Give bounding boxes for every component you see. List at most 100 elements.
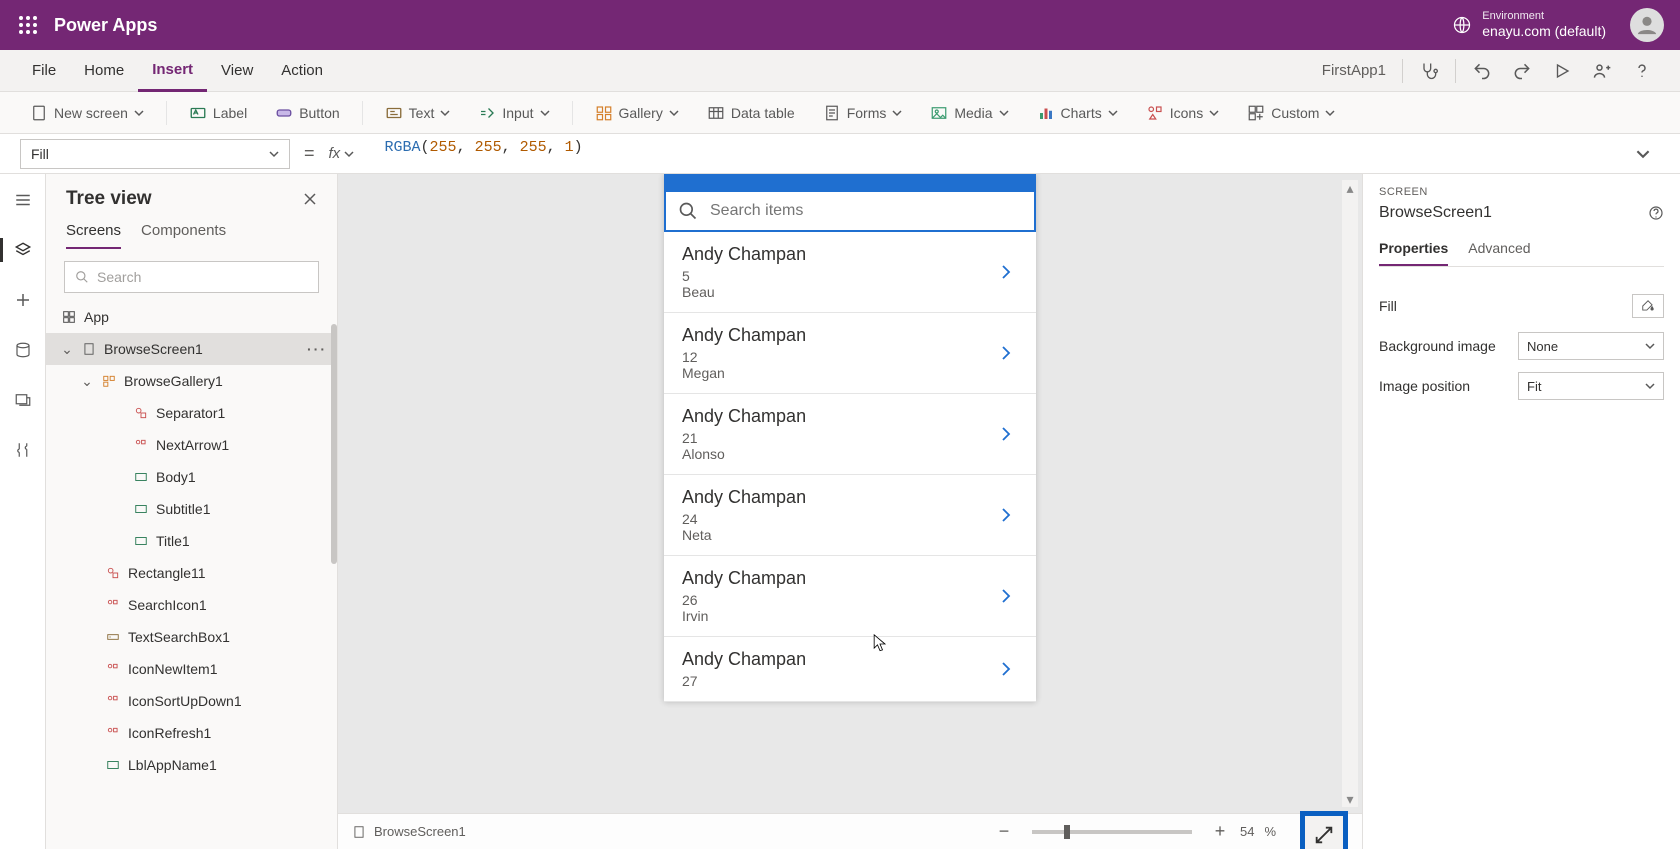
environment-icon — [1452, 15, 1472, 35]
tree-node-browse-screen[interactable]: ⌄ BrowseScreen1 ··· — [46, 333, 337, 365]
tree-search-input[interactable]: Search — [64, 261, 319, 293]
rail-advanced-tools[interactable] — [7, 434, 39, 466]
help-icon[interactable] — [1648, 205, 1664, 221]
next-arrow-button[interactable] — [992, 420, 1020, 448]
scroll-down-button[interactable]: ▾ — [1342, 791, 1358, 807]
next-arrow-button[interactable] — [992, 582, 1020, 610]
rail-hamburger[interactable] — [7, 184, 39, 216]
share-icon — [1592, 61, 1612, 81]
next-arrow-button[interactable] — [992, 501, 1020, 529]
menu-home[interactable]: Home — [70, 50, 138, 92]
tree-tab-components[interactable]: Components — [141, 222, 226, 249]
paint-icon — [1641, 299, 1655, 313]
tree-node-app[interactable]: App — [46, 301, 337, 333]
gallery-item[interactable]: Andy Champan26Irvin — [664, 556, 1036, 637]
tree-node-separator[interactable]: Separator1 — [46, 397, 337, 429]
tree-view-close-button[interactable] — [303, 192, 317, 206]
gallery-item[interactable]: Andy Champan5Beau — [664, 232, 1036, 313]
button-button[interactable]: Button — [263, 96, 351, 130]
formula-expand-button[interactable] — [1636, 147, 1660, 161]
tree-node-subtitle[interactable]: Subtitle1 — [46, 493, 337, 525]
new-screen-button[interactable]: New screen — [18, 96, 156, 130]
advanced-tab[interactable]: Advanced — [1468, 234, 1530, 266]
tree-node-more-button[interactable]: ··· — [307, 341, 327, 357]
next-arrow-button[interactable] — [992, 258, 1020, 286]
tree-tab-screens[interactable]: Screens — [66, 222, 121, 249]
play-button[interactable] — [1542, 51, 1582, 91]
help-button[interactable] — [1622, 51, 1662, 91]
redo-button[interactable] — [1502, 51, 1542, 91]
prop-bgimage-select[interactable]: None — [1518, 332, 1664, 360]
app-launcher-button[interactable] — [10, 7, 46, 43]
menu-view[interactable]: View — [207, 50, 267, 92]
canvas-scrollbar[interactable]: ▴ ▾ — [1342, 180, 1358, 807]
forms-button[interactable]: Forms — [811, 96, 915, 130]
rail-data[interactable] — [7, 334, 39, 366]
zoom-slider-thumb[interactable] — [1064, 825, 1070, 839]
menu-action[interactable]: Action — [267, 50, 337, 92]
zoom-in-button[interactable]: + — [1210, 821, 1230, 842]
tree-node-text-search[interactable]: TextSearchBox1 — [46, 621, 337, 653]
app-name[interactable]: FirstApp1 — [1322, 62, 1386, 79]
icons-button[interactable]: Icons — [1134, 96, 1231, 130]
gallery-item[interactable]: Andy Champan27 — [664, 637, 1036, 702]
rail-tree-view[interactable] — [7, 234, 39, 266]
button-icon — [275, 104, 293, 122]
tree-node-gallery[interactable]: ⌄ BrowseGallery1 — [46, 365, 337, 397]
data-table-button[interactable]: Data table — [695, 96, 807, 130]
next-arrow-button[interactable] — [992, 655, 1020, 683]
share-button[interactable] — [1582, 51, 1622, 91]
user-avatar[interactable] — [1630, 8, 1664, 42]
scroll-up-button[interactable]: ▴ — [1342, 180, 1358, 196]
prop-fill-swatch[interactable] — [1632, 294, 1664, 318]
item-title: Andy Champan — [682, 487, 992, 508]
tree-node-body[interactable]: Body1 — [46, 461, 337, 493]
chevron-down-icon — [269, 149, 279, 159]
tree-node-rectangle[interactable]: Rectangle11 — [46, 557, 337, 589]
item-body: Megan — [682, 365, 992, 381]
charts-button[interactable]: Charts — [1025, 96, 1130, 130]
tree-scrollbar[interactable] — [331, 324, 337, 564]
text-button[interactable]: Text — [373, 96, 463, 130]
chevron-down-icon — [134, 108, 144, 118]
formula-input[interactable]: RGBA(255, 255, 255, 1) — [379, 139, 1626, 169]
input-button[interactable]: Input — [466, 96, 561, 130]
environment-picker[interactable]: Environment enayu.com (default) — [1452, 10, 1606, 40]
media-button[interactable]: Media — [918, 96, 1020, 130]
property-selector-value: Fill — [31, 146, 49, 162]
menu-file[interactable]: File — [18, 50, 70, 92]
search-items-input[interactable] — [708, 201, 1022, 221]
zoom-slider[interactable] — [1032, 830, 1192, 834]
rail-media[interactable] — [7, 384, 39, 416]
tree-node-icon-sort[interactable]: IconSortUpDown1 — [46, 685, 337, 717]
person-icon — [1636, 14, 1658, 36]
fx-dropdown[interactable]: fx — [329, 145, 369, 162]
gallery-item[interactable]: Andy Champan24Neta — [664, 475, 1036, 556]
prop-imgpos-select[interactable]: Fit — [1518, 372, 1664, 400]
custom-button[interactable]: Custom — [1235, 96, 1347, 130]
tree-node-lbl-app[interactable]: LblAppName1 — [46, 749, 337, 781]
properties-tab[interactable]: Properties — [1379, 234, 1448, 266]
zoom-out-button[interactable]: − — [994, 821, 1014, 842]
undo-button[interactable] — [1462, 51, 1502, 91]
gallery-item[interactable]: Andy Champan12Megan — [664, 313, 1036, 394]
new-screen-label: New screen — [54, 105, 128, 121]
footer-screen-indicator[interactable]: BrowseScreen1 — [352, 824, 466, 839]
app-checker-button[interactable] — [1409, 51, 1449, 91]
canvas-area[interactable]: Andy Champan5BeauAndy Champan12MeganAndy… — [338, 174, 1362, 813]
gallery-button[interactable]: Gallery — [583, 96, 691, 130]
tree-node-next-arrow[interactable]: NextArrow1 — [46, 429, 337, 461]
search-items-box[interactable] — [664, 190, 1036, 232]
canvas-footer: BrowseScreen1 − + 54 % — [338, 813, 1362, 849]
fit-to-window-button[interactable] — [1300, 811, 1348, 849]
tree-node-icon-refresh[interactable]: IconRefresh1 — [46, 717, 337, 749]
gallery-item[interactable]: Andy Champan21Alonso — [664, 394, 1036, 475]
label-button[interactable]: Label — [177, 96, 259, 130]
next-arrow-button[interactable] — [992, 339, 1020, 367]
rail-insert[interactable] — [7, 284, 39, 316]
tree-node-title[interactable]: Title1 — [46, 525, 337, 557]
tree-node-icon-new[interactable]: IconNewItem1 — [46, 653, 337, 685]
tree-node-search-icon[interactable]: SearchIcon1 — [46, 589, 337, 621]
property-selector[interactable]: Fill — [20, 139, 290, 169]
menu-insert[interactable]: Insert — [138, 50, 207, 92]
